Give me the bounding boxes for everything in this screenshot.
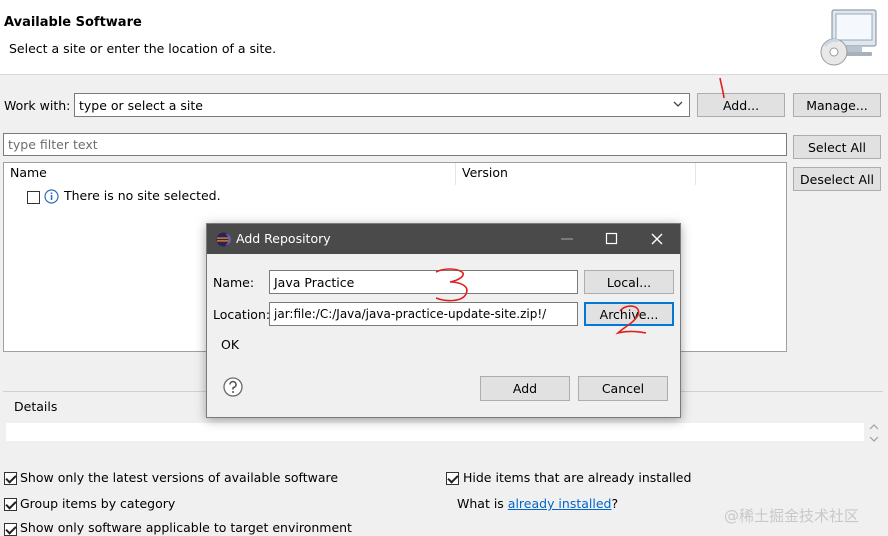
maximize-icon[interactable] [605,232,619,249]
show-latest-checkbox[interactable] [4,472,17,485]
work-with-label: Work with: [4,98,71,113]
dialog-titlebar[interactable]: Add Repository [207,224,680,254]
wizard-title: Available Software [4,15,142,30]
dialog-status: OK [221,337,240,352]
column-header-name[interactable]: Name [4,163,456,185]
group-by-category-checkbox[interactable] [4,498,17,511]
close-icon[interactable] [650,232,664,249]
eclipse-icon [216,232,231,250]
work-with-value: type or select a site [79,97,203,113]
repository-location-value: jar:file:/C:/Java/java-practice-update-s… [274,307,547,321]
select-all-button[interactable]: Select All [793,135,881,159]
wizard-header [0,0,888,75]
filter-input[interactable]: type filter text [3,133,787,156]
dialog-title: Add Repository [236,231,331,246]
annotation-step-1 [719,77,725,99]
what-is-suffix: ? [611,496,619,511]
local-button[interactable]: Local... [584,270,674,294]
repository-name-input[interactable]: Java Practice [269,270,578,294]
details-label: Details [12,399,60,414]
group-by-category-label: Group items by category [20,496,176,511]
wizard-subtitle: Select a site or enter the location of a… [9,41,277,56]
empty-row-checkbox[interactable] [27,191,40,204]
hide-installed-label: Hide items that are already installed [463,470,692,485]
annotation-step-3 [435,268,468,302]
what-is-installed-text: What is already installed? [457,496,618,511]
dialog-add-button[interactable]: Add [480,376,570,401]
show-applicable-checkbox[interactable] [4,523,17,536]
hide-installed-checkbox[interactable] [446,472,459,485]
show-applicable-label: Show only software applicable to target … [20,520,352,535]
details-text-area[interactable] [6,423,864,441]
empty-message: There is no site selected. [64,188,221,203]
manage-sites-button[interactable]: Manage... [793,93,881,117]
repository-location-input[interactable]: jar:file:/C:/Java/java-practice-update-s… [269,302,578,326]
already-installed-link[interactable]: already installed [508,496,612,511]
watermark: @稀土掘金技术社区 [724,507,860,525]
filter-placeholder: type filter text [8,137,98,152]
column-header-version[interactable]: Version [456,163,696,185]
add-site-button[interactable]: Add... [697,93,785,117]
info-icon [44,189,59,207]
annotation-step-2 [615,305,647,335]
repository-name-value: Java Practice [274,274,355,290]
what-is-prefix: What is [457,496,508,511]
help-icon[interactable] [223,377,243,400]
work-with-combo[interactable]: type or select a site [74,93,690,117]
deselect-all-button[interactable]: Deselect All [793,167,881,191]
location-label: Location: [213,307,271,322]
show-latest-label: Show only the latest versions of availab… [20,470,339,485]
minimize-icon[interactable] [560,232,574,249]
install-software-banner-icon [818,6,886,70]
dialog-cancel-button[interactable]: Cancel [578,376,668,401]
add-repository-dialog: Add Repository Name: Java Practice Local… [206,223,681,418]
name-label: Name: [213,275,255,290]
chevron-down-icon[interactable] [673,98,683,113]
details-scrollbar[interactable] [866,423,882,443]
